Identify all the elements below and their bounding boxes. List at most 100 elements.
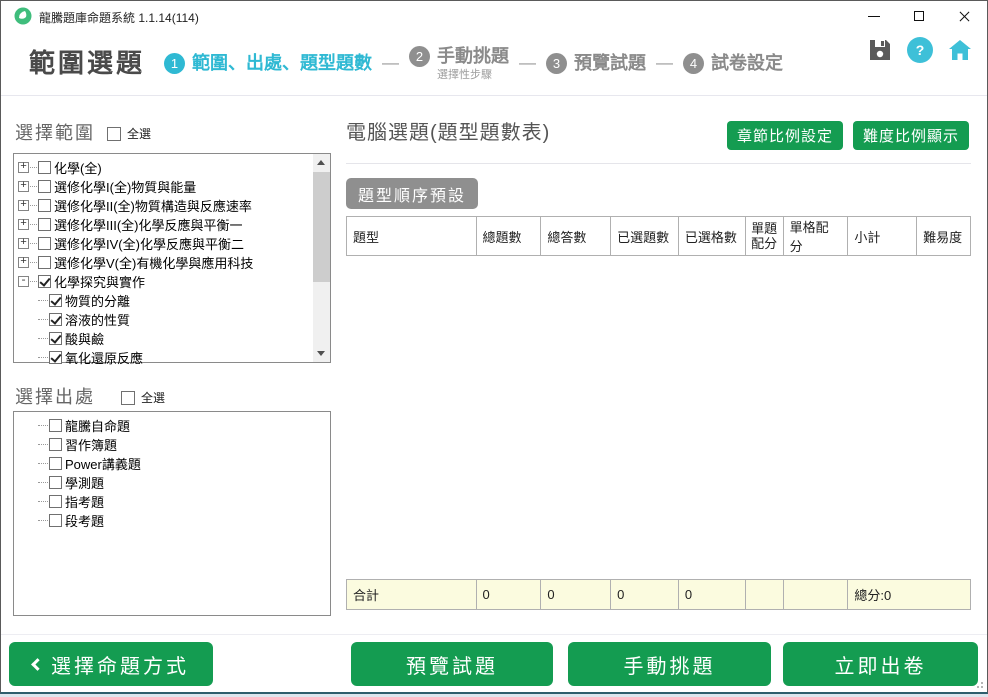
checkbox[interactable] — [49, 294, 62, 307]
tree-item[interactable]: + 選修化學V(全)有機化學與應用科技 — [18, 253, 310, 272]
main-panel-title: 電腦選題(題型題數表) — [346, 116, 550, 145]
home-icon[interactable] — [947, 37, 973, 63]
total-questions: 0 — [477, 580, 542, 609]
selected-cells: 0 — [679, 580, 746, 609]
column-header: 已選格數 — [679, 217, 746, 255]
totals-row: 合計 0 0 0 0 總分:0 — [346, 579, 971, 610]
window-controls — [852, 1, 987, 31]
titlebar: 龍騰題庫命題系統 1.1.14(114) — [1, 1, 987, 31]
checkbox[interactable] — [38, 237, 51, 250]
column-header: 題型 — [347, 217, 477, 255]
expand-icon[interactable]: + — [18, 200, 29, 211]
step-1-number: 1 — [164, 53, 185, 74]
tree-item[interactable]: 溶液的性質 — [18, 310, 310, 329]
checkbox[interactable] — [38, 180, 51, 193]
list-item[interactable]: 段考題 — [18, 511, 326, 530]
manual-pick-button[interactable]: 手動挑題 — [568, 642, 771, 686]
svg-text:?: ? — [916, 42, 925, 58]
back-button[interactable]: 選擇命題方式 — [9, 642, 213, 686]
checkbox[interactable] — [49, 457, 62, 470]
header: 範圍選題 1 範圍、出處、題型題數 — 2 手動挑題 選擇性步驟 — 3 預覽試… — [1, 31, 987, 96]
checkbox[interactable] — [49, 419, 62, 432]
step-4-label: 試卷設定 — [711, 50, 783, 76]
chapter-ratio-button[interactable]: 章節比例設定 — [727, 121, 843, 150]
checkbox[interactable] — [38, 161, 51, 174]
checkbox[interactable] — [49, 351, 62, 364]
divider — [346, 163, 971, 164]
help-icon[interactable]: ? — [907, 37, 933, 63]
column-header: 總題數 — [477, 217, 542, 255]
list-item[interactable]: 學測題 — [18, 473, 326, 492]
minimize-icon — [868, 16, 880, 17]
scroll-up-icon[interactable] — [313, 154, 330, 171]
list-item[interactable]: Power講義題 — [18, 454, 326, 473]
list-item[interactable]: 龍騰自命題 — [18, 416, 326, 435]
expand-icon[interactable]: + — [18, 219, 29, 230]
select-all-label: 全選 — [141, 389, 165, 406]
scope-tree: + 化學(全) + 選修化學I(全)物質與能量 + 選修化學II(全)物質構造與… — [13, 153, 331, 363]
checkbox[interactable] — [38, 218, 51, 231]
close-button[interactable] — [942, 1, 987, 31]
scroll-down-icon[interactable] — [313, 345, 330, 362]
tree-item[interactable]: 酸與鹼 — [18, 329, 310, 348]
checkbox[interactable] — [107, 127, 121, 141]
list-item[interactable]: 習作簿題 — [18, 435, 326, 454]
checkbox[interactable] — [49, 313, 62, 326]
step-separator: — — [382, 50, 399, 76]
generate-paper-button[interactable]: 立即出卷 — [783, 642, 978, 686]
tree-item[interactable]: - 化學探究與實作 — [18, 272, 310, 291]
checkbox[interactable] — [49, 476, 62, 489]
save-icon[interactable] — [867, 37, 893, 63]
step-2: 2 手動挑題 選擇性步驟 — [409, 43, 509, 82]
difficulty-ratio-button[interactable]: 難度比例顯示 — [853, 121, 969, 150]
maximize-icon — [914, 11, 924, 21]
checkbox[interactable] — [49, 438, 62, 451]
per-question-score — [746, 580, 784, 609]
preview-questions-button[interactable]: 預覽試題 — [351, 642, 553, 686]
column-header: 難易度 — [917, 217, 970, 255]
maximize-button[interactable] — [897, 1, 942, 31]
step-4: 4 試卷設定 — [683, 50, 783, 76]
page-title: 範圍選題 — [29, 43, 145, 80]
list-item[interactable]: 指考題 — [18, 492, 326, 511]
scrollbar[interactable] — [313, 154, 330, 362]
collapse-icon[interactable]: - — [18, 276, 29, 287]
selected-questions: 0 — [611, 580, 679, 609]
minimize-button[interactable] — [852, 1, 897, 31]
scrollbar-thumb[interactable] — [313, 172, 330, 282]
checkbox[interactable] — [49, 514, 62, 527]
step-1: 1 範圍、出處、題型題數 — [164, 50, 372, 76]
app-logo-icon — [14, 7, 32, 25]
expand-icon[interactable]: + — [18, 181, 29, 192]
expand-icon[interactable]: + — [18, 238, 29, 249]
checkbox[interactable] — [38, 199, 51, 212]
checkbox[interactable] — [121, 391, 135, 405]
resize-grip[interactable] — [975, 680, 983, 688]
checkbox[interactable] — [38, 256, 51, 269]
column-header: 總答數 — [541, 217, 611, 255]
checkbox[interactable] — [49, 495, 62, 508]
scope-select-all[interactable]: 全選 — [107, 125, 151, 142]
type-order-button[interactable]: 題型順序預設 — [346, 178, 478, 209]
source-select-all[interactable]: 全選 — [121, 389, 165, 406]
step-2-sublabel: 選擇性步驟 — [437, 69, 509, 82]
tree-item[interactable]: 氧化還原反應 — [18, 348, 310, 367]
scope-section-title: 選擇範圍 — [15, 119, 95, 145]
column-header: 單題配分 — [746, 217, 784, 255]
tree-item[interactable]: + 選修化學I(全)物質與能量 — [18, 177, 310, 196]
tree-item[interactable]: + 選修化學IV(全)化學反應與平衡二 — [18, 234, 310, 253]
tree-item[interactable]: + 化學(全) — [18, 158, 310, 177]
step-2-label: 手動挑題 選擇性步驟 — [437, 43, 509, 82]
checkbox[interactable] — [38, 275, 51, 288]
app-window: 龍騰題庫命題系統 1.1.14(114) 範圍選題 1 範圍、出處、題型題數 —… — [0, 0, 988, 694]
checkbox[interactable] — [49, 332, 62, 345]
tree-item[interactable]: 物質的分離 — [18, 291, 310, 310]
select-all-label: 全選 — [127, 125, 151, 142]
expand-icon[interactable]: + — [18, 257, 29, 268]
question-type-table: 題型 總題數 總答數 已選題數 已選格數 單題配分 單格配分 小計 難易度 — [346, 216, 971, 256]
tree-item[interactable]: + 選修化學II(全)物質構造與反應速率 — [18, 196, 310, 215]
step-indicator: 1 範圍、出處、題型題數 — 2 手動挑題 選擇性步驟 — 3 預覽試題 — 4… — [164, 43, 783, 82]
step-3-label: 預覽試題 — [574, 50, 646, 76]
tree-item[interactable]: + 選修化學III(全)化學反應與平衡一 — [18, 215, 310, 234]
expand-icon[interactable]: + — [18, 162, 29, 173]
